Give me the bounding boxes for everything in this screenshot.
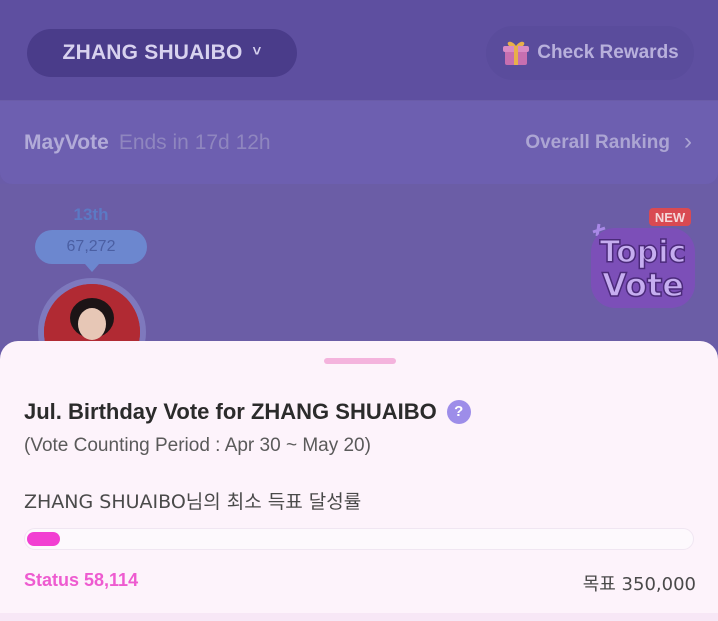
vote-count-bubble: 67,272	[35, 230, 147, 272]
vote-title: Jul. Birthday Vote for ZHANG SHUAIBO	[24, 399, 437, 424]
artist-selector[interactable]: ZHANG SHUAIBO ˅	[27, 29, 297, 77]
chevron-right-icon: ›	[684, 127, 692, 155]
badge-topic-text: Topic	[600, 235, 687, 270]
chevron-down-icon: ˅	[252, 42, 262, 60]
sheet-title: Jul. Birthday Vote for ZHANG SHUAIBO ?	[24, 399, 471, 425]
progress-fill	[27, 532, 60, 546]
top-header: ZHANG SHUAIBO ˅ Check Rewards	[0, 0, 718, 100]
sheet-drag-handle[interactable]	[324, 358, 396, 364]
topic-vote-badge[interactable]: NEW Topic Vote	[585, 206, 701, 314]
vote-period: (Vote Counting Period : Apr 30 ~ May 20)	[24, 435, 371, 456]
overall-ranking-link[interactable]: Overall Ranking ›	[525, 101, 692, 184]
achievement-label: ZHANG SHUAIBO님의 최소 득표 달성률	[24, 491, 362, 513]
gift-icon	[503, 41, 530, 65]
vote-ends-text: Ends in 17d 12h	[118, 130, 271, 154]
vote-info-bar: MayVote Ends in 17d 12h Overall Ranking …	[0, 101, 718, 184]
badge-vote-text: Vote	[602, 266, 684, 304]
help-icon[interactable]: ?	[446, 400, 471, 424]
badge-new-label: NEW	[655, 210, 686, 225]
check-rewards-label: Check Rewards	[537, 42, 679, 63]
artist-name: ZHANG SHUAIBO	[62, 41, 243, 64]
sheet-bottom-edge	[0, 613, 718, 621]
overall-ranking-label: Overall Ranking	[525, 131, 670, 153]
status-text: Status 58,114	[24, 570, 139, 590]
progress-track	[24, 528, 694, 550]
check-rewards-button[interactable]: Check Rewards	[486, 26, 694, 80]
vote-name: MayVote	[24, 130, 109, 154]
vote-detail-sheet: Jul. Birthday Vote for ZHANG SHUAIBO ? (…	[0, 341, 718, 621]
rank-position: 13th	[73, 205, 109, 224]
goal-text: 목표 350,000	[582, 574, 696, 595]
